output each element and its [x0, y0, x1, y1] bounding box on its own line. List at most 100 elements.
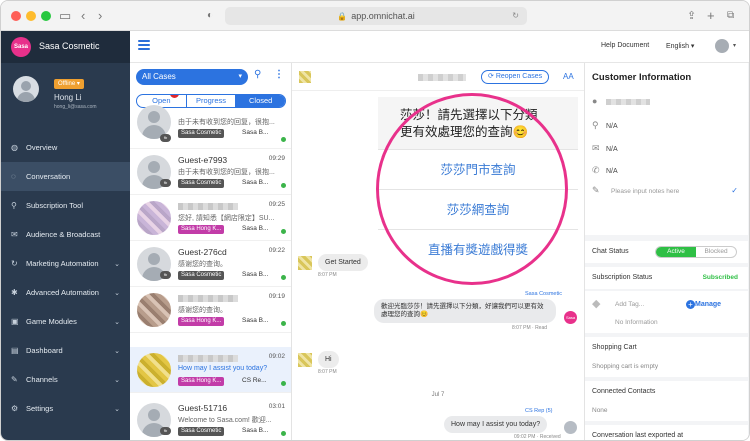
brand-logo[interactable]: Sasa	[11, 37, 31, 57]
envelope-icon: ✉	[592, 143, 600, 153]
sidebar-nav: ◍ Overview ◌ Conversation ⚲ Subscription To…	[1, 133, 130, 423]
contact-avatar	[137, 293, 171, 327]
sidebar-item-marketing-automation[interactable]: ↻ Marketing Automation ⌄	[1, 249, 130, 278]
toggle-blocked[interactable]: Blocked	[696, 247, 736, 257]
profile-avatar[interactable]	[13, 76, 39, 102]
notes-input[interactable]: Please input notes here	[611, 188, 679, 195]
channel-tag: Sasa Cosmetic	[178, 129, 225, 138]
conversation-item-selected[interactable]: 09:02 How may I assist you today? Sasa H…	[130, 347, 291, 393]
subscription-label: Subscription Status	[592, 274, 653, 281]
conversation-item[interactable]: fb Guest-51716 03:01 Welcome to Sasa.com…	[130, 397, 291, 440]
lock-icon: 🔒	[337, 12, 348, 21]
contact-name-masked	[418, 74, 466, 81]
chevron-down-icon: ⌄	[114, 347, 120, 355]
tab-overview-icon[interactable]: ⧉	[727, 8, 734, 24]
conversation-time: 09:29	[268, 155, 285, 162]
address-bar[interactable]: 🔒 app.omnichat.ai ↻	[225, 7, 527, 25]
search-icon[interactable]: ⚲	[254, 69, 261, 80]
channel-badge: fb	[160, 134, 171, 142]
add-tag-input[interactable]: Add Tag...	[615, 301, 644, 308]
cases-filter-select[interactable]: All Cases ▾	[136, 69, 248, 85]
help-document-link[interactable]: Help Document	[601, 42, 649, 49]
conversation-item[interactable]: 09:19 感谢您的查询。 Sasa Hong K... Sasa B...	[130, 287, 291, 333]
sidebar-toggle-icon[interactable]: ▭	[59, 8, 71, 24]
tab-progress[interactable]: Progress	[185, 95, 236, 107]
app-header: Help Document English ▾ ▾	[130, 31, 749, 63]
online-indicator	[281, 229, 286, 234]
profile-name: Hong Li	[54, 93, 82, 102]
conversation-item[interactable]: fb Guest-276cd 09:22 感谢您的查询。 Sasa Cosmet…	[130, 241, 291, 287]
channel-tag: Sasa Cosmetic	[178, 271, 225, 280]
language-select[interactable]: English ▾	[666, 42, 694, 50]
chat-header: ⟳ Reopen Cases AA	[292, 63, 584, 91]
menu-icon[interactable]	[138, 40, 150, 50]
location-row: ⚲ N/A	[592, 120, 618, 131]
close-window-button[interactable]	[11, 11, 21, 21]
conversation-preview: 感谢您的查询。	[178, 261, 227, 268]
sidebar-item-subscription-tool[interactable]: ⚲ Subscription Tool	[1, 191, 130, 220]
connected-contacts-value: None	[592, 407, 608, 414]
back-icon[interactable]: ‹	[81, 8, 85, 24]
customer-info-card: Customer Information ● ⚲ N/A ✉ N/A ✆ N/A Pl…	[585, 63, 748, 235]
sidebar-item-advanced-automation[interactable]: ✱ Advanced Automation ⌄	[1, 278, 130, 307]
tool-icon: ⚲	[11, 201, 17, 210]
sidebar-item-audience-broadcast[interactable]: ✉ Audience & Broadcast	[1, 220, 130, 249]
tags-card: ◆ Add Tag... + Manage No Information	[585, 291, 748, 333]
incoming-message: Get Started	[318, 254, 368, 271]
forward-icon[interactable]: ›	[98, 8, 102, 24]
conversation-item[interactable]: fb Guest-e7993 09:29 由于未有收到您的回复，很抱... Sa…	[130, 149, 291, 195]
connected-contacts-card: Connected Contacts None	[585, 381, 748, 421]
chevron-down-icon: ⌄	[114, 289, 120, 297]
avatar-head	[21, 81, 31, 91]
new-tab-icon[interactable]: +	[707, 8, 715, 24]
tab-open[interactable]: Open1	[137, 95, 186, 107]
subscription-card: Subscription Status Subscribed	[585, 267, 748, 289]
sidebar-item-dashboard[interactable]: ▤ Dashboard ⌄	[1, 336, 130, 365]
check-icon[interactable]: ✓	[731, 186, 738, 195]
browser-window: ▭ ‹ › ◐ 🔒 app.omnichat.ai ↻ ⇪ + ⧉ Sasa Sa…	[0, 0, 750, 441]
conversation-item[interactable]: 09:25 您好, 請知悉【網店限定】SU... Sasa Hong K... …	[130, 195, 291, 241]
tab-closed[interactable]: Closed	[235, 95, 285, 107]
chat-icon: ◌	[11, 172, 16, 181]
sidebar-item-label: Channels	[26, 375, 58, 384]
sidebar-item-conversation[interactable]: ◌ Conversation	[1, 162, 130, 191]
maximize-window-button[interactable]	[41, 11, 51, 21]
sidebar-item-label: Subscription Tool	[26, 201, 83, 210]
manage-tags-button[interactable]: Manage	[695, 301, 721, 308]
status-dropdown[interactable]: Offline ▾	[54, 79, 84, 89]
reopen-cases-button[interactable]: ⟳ Reopen Cases	[481, 70, 550, 84]
outgoing-message: 歡迎光臨莎莎！請先選擇以下分類，好讓我們可以更有效處理您的查詢😊	[374, 299, 556, 323]
sidebar-item-label: Dashboard	[26, 346, 63, 355]
chat-status-toggle[interactable]: Active Blocked	[655, 246, 737, 258]
chevron-down-icon: ⌄	[114, 318, 120, 326]
conversation-list: All Cases ▾ ⚲ ⋮ Open1 Progress Closed fb…	[130, 63, 292, 440]
tab-label: Closed	[249, 96, 273, 105]
sidebar-item-overview[interactable]: ◍ Overview	[1, 133, 130, 162]
conversation-item[interactable]: fb 由于未有收到您的回复，很抱... Sasa Cosmetic Sasa B…	[130, 105, 291, 149]
contact-avatar	[298, 256, 312, 270]
sidebar-item-game-modules[interactable]: ▣ Game Modules ⌄	[1, 307, 130, 336]
contact-avatar[interactable]	[299, 71, 311, 83]
share-icon[interactable]: ⇪	[687, 8, 696, 24]
conversation-preview: 由于未有收到您的回复，很抱...	[178, 169, 275, 176]
shopping-cart-value: Shopping cart is empty	[592, 363, 659, 370]
minimize-window-button[interactable]	[26, 11, 36, 21]
conversation-time: 09:22	[268, 247, 285, 254]
subscription-value: Subscribed	[702, 274, 738, 281]
more-options-icon[interactable]: ⋮	[274, 69, 284, 80]
chevron-down-icon[interactable]: ▾	[733, 42, 736, 49]
toggle-active[interactable]: Active	[656, 247, 696, 257]
plus-icon[interactable]: +	[686, 300, 695, 309]
conversation-preview: How may I assist you today?	[178, 365, 268, 372]
user-avatar[interactable]	[715, 39, 729, 53]
reload-icon[interactable]: ↻	[512, 7, 519, 25]
font-size-toggle[interactable]: AA	[563, 72, 574, 81]
customer-info-panel: Customer Information ● ⚲ N/A ✉ N/A ✆ N/A Pl…	[584, 63, 749, 440]
phone-icon: ✆	[592, 165, 600, 175]
reopen-label: Reopen Cases	[495, 73, 543, 80]
assignee: Sasa B...	[242, 129, 269, 136]
sidebar-item-settings[interactable]: ⚙ Settings ⌄	[1, 394, 130, 423]
sidebar-item-channels[interactable]: ✎ Channels ⌄	[1, 365, 130, 394]
privacy-shield-icon[interactable]: ◐	[207, 8, 213, 24]
profile-email: hong_li@sasa.com	[54, 104, 97, 110]
